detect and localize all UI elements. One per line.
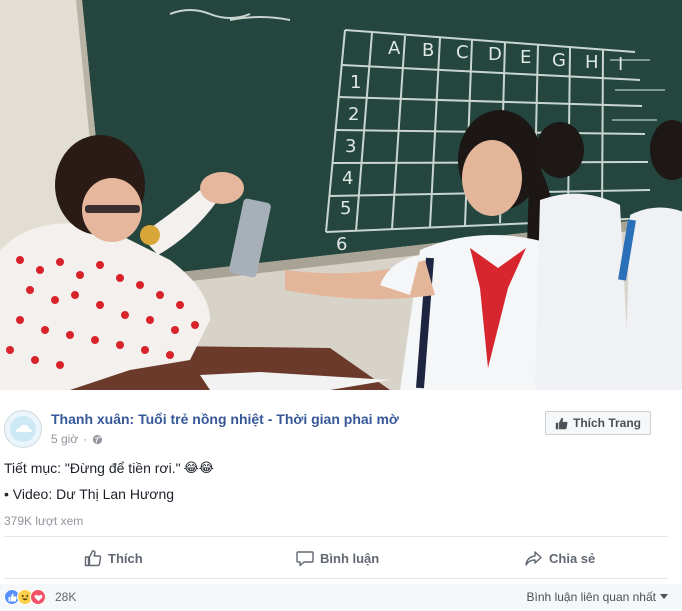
reaction-count[interactable]: 28K [55,590,76,604]
blackboard-column-label: G [552,50,566,71]
blackboard-column-label: I [618,54,623,75]
love-reaction-icon [30,589,46,605]
like-page-label: Thích Trang [572,416,641,430]
blackboard-row-label: 2 [348,104,359,125]
globe-icon[interactable] [92,434,103,445]
blackboard-row-label: 3 [345,136,356,157]
blackboard-column-label: C [456,42,469,63]
reaction-icons[interactable] [4,589,46,605]
caption-text: Tiết mục: "Đừng để tiền rơi." [4,460,181,476]
share-label: Chia sẻ [549,550,596,566]
blackboard-column-label: D [488,44,502,65]
video-player[interactable]: AB CDEGHI 1 2 3 4 5 6 [0,0,682,390]
caret-down-icon [660,594,668,599]
like-page-button[interactable]: Thích Trang [545,411,651,435]
meta-separator: · [83,432,88,446]
page-name-link[interactable]: Thanh xuân: Tuổi trẻ nồng nhiệt - Thời g… [51,411,399,427]
blackboard-column-label: E [520,47,531,68]
blackboard-row-label: 4 [342,168,353,189]
page-avatar[interactable] [4,410,42,448]
blackboard-column-label: B [422,40,434,61]
cloud-logo-icon [10,416,36,442]
blackboard-row-label: 5 [340,198,351,219]
post-meta: 5 giờ · [51,432,103,446]
video-frame-illustration: A B C D E G H I 1 2 3 4 5 6 [0,0,682,390]
laughing-emoji: 😂😂 [183,460,214,475]
comment-label: Bình luận [320,550,380,566]
blackboard-column-label: A [388,38,401,59]
comment-sort-dropdown[interactable]: Bình luận liên quan nhất [527,590,668,604]
post-time[interactable]: 5 giờ [51,432,78,446]
sort-label: Bình luận liên quan nhất [526,590,656,604]
thumbs-up-icon [555,417,568,429]
comment-button[interactable]: Bình luận [296,546,379,570]
like-button[interactable]: Thích [84,546,143,570]
blackboard-column-label: H [585,52,599,73]
post-caption: Tiết mục: "Đừng để tiền rơi." 😂😂 [4,459,214,477]
video-credit: • Video: Dư Thị Lan Hương [4,486,175,502]
like-label: Thích [108,550,143,566]
share-button[interactable]: Chia sẻ [525,546,595,570]
divider-top [4,536,668,537]
view-count: 379K lượt xem [4,514,84,528]
share-icon [525,551,542,566]
blackboard-row-label: 1 [350,72,361,93]
divider-bottom [4,578,668,579]
blackboard-row-label: 6 [336,234,347,255]
comment-icon [296,551,314,567]
like-icon [84,550,102,567]
